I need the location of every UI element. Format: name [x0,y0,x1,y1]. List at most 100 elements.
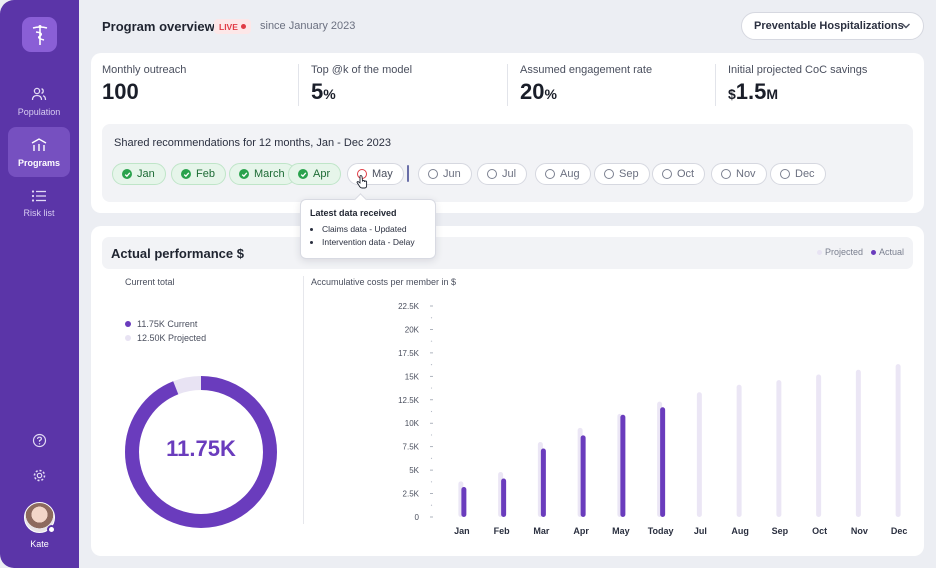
legend-dot-icon [870,249,876,255]
app-logo[interactable] [22,17,57,52]
sidebar-item-risk-list[interactable]: Risk list [8,178,70,228]
bar-actual [580,435,586,517]
metric-coc-savings: Initial projected CoC savings $1.5M [728,64,867,105]
chart-title: Accumulative costs per member in $ [311,277,457,287]
bar-projected [696,392,702,517]
x-tick-label: Dec [891,526,908,536]
sidebar-item-population[interactable]: Population [8,76,70,126]
circle-icon [662,169,672,179]
bar-actual [461,486,467,517]
bar-actual [620,414,626,517]
performance-header: Actual performance $ Projected Actual [102,237,913,269]
circle-icon [721,169,731,179]
sidebar-item-programs[interactable]: Programs [8,127,70,177]
bar-projected [895,364,901,517]
status-indicator [47,525,56,534]
month-pill-jan[interactable]: Jan [112,163,166,185]
legend-dot-icon [125,335,131,341]
metric-top-k: Top @k of the model 5% [311,64,412,105]
live-dot-icon [240,24,246,29]
legend-dot-icon [125,321,131,327]
bar-projected [855,369,861,517]
month-pill-aug[interactable]: Aug [535,163,591,185]
check-icon [181,169,191,179]
y-tick-label: 10K [405,419,420,428]
circle-icon [780,169,790,179]
program-select[interactable]: Preventable Hospitalizations [741,12,924,40]
help-icon[interactable] [32,433,47,448]
metric-label: Top @k of the model [311,64,413,76]
x-tick-label: Mar [533,526,550,536]
caduceus-icon [32,24,47,45]
hand-cursor-icon [356,175,368,189]
month-pill-feb[interactable]: Feb [171,163,226,185]
sidebar-item-label: Population [17,106,61,117]
programs-icon [31,137,47,151]
y-tick-label: 20K [405,325,420,334]
sidebar: Population Programs Risk list Kate [0,0,79,568]
month-label: Jul [502,168,517,180]
y-minor-tick [430,504,433,506]
divider [715,64,716,106]
y-tick-label: 0 [415,513,420,522]
y-tick-label: 2.5K [403,490,420,499]
month-pill-apr[interactable]: Apr [288,163,342,185]
legend-actual: Actual [870,247,904,257]
bar-actual [540,448,546,517]
recommendations-panel: Shared recommendations for 12 months, Ja… [102,124,913,202]
x-tick-label: Oct [812,526,827,536]
month-label: Sep [619,168,639,180]
current-value: 11.75K [137,319,165,329]
x-tick-label: Today [648,526,674,536]
recommendations-title: Shared recommendations for 12 months, Ja… [114,137,391,149]
y-minor-tick [430,364,433,366]
month-pill-march[interactable]: March [229,163,296,185]
metric-value: 100 [102,79,139,104]
x-tick-label: Apr [573,526,589,536]
divider [298,64,299,106]
tooltip-item: Intervention data - Delay [322,237,426,247]
month-pill-jun[interactable]: Jun [418,163,472,185]
y-tick-label: 15K [405,372,420,381]
month-pill-oct[interactable]: Oct [652,163,706,185]
month-label: Nov [736,168,756,180]
donut-legend-current: 11.75K Current [125,319,197,329]
month-label: Dec [795,168,815,180]
users-icon [31,87,47,100]
month-label: Jan [137,168,155,180]
settings-icon[interactable] [32,468,47,483]
program-summary-card: Monthly outreach 100 Top @k of the model… [91,53,924,213]
month-pill-sep[interactable]: Sep [594,163,650,185]
page-title: Program overview [102,19,215,34]
metric-engagement-rate: Assumed engagement rate 20% [520,64,652,105]
program-select-value: Preventable Hospitalizations [754,20,904,32]
current-month-divider [407,165,409,182]
y-minor-tick [430,457,433,459]
current-label: Current [167,319,198,329]
month-label: Apr [313,168,331,180]
month-label: March [254,168,285,180]
user-name: Kate [30,539,49,549]
x-tick-label: Sep [772,526,789,536]
check-icon [298,169,308,179]
circle-icon [604,169,614,179]
x-tick-label: Feb [494,526,511,536]
bar-projected [736,384,742,517]
metric-value: 5% [311,79,336,104]
metric-label: Assumed engagement rate [520,64,653,76]
check-icon [239,169,249,179]
y-tick-label: 22.5K [398,302,420,311]
performance-card: Actual performance $ Projected Actual Cu… [91,226,924,556]
month-label: Oct [677,168,695,180]
cost-bar-chart: 0 2.5K 5K 7.5K 10K 12.5K 15K 17.5K 20K 22.5K Jan Fe… [398,302,908,536]
month-pill-jul[interactable]: Jul [477,163,528,185]
sidebar-item-label: Risk list [23,207,55,218]
list-icon [31,189,46,202]
projected-label: Projected [168,333,207,343]
y-minor-tick [430,340,433,342]
donut-center-value: 11.75K [166,436,236,461]
month-pill-nov[interactable]: Nov [711,163,767,185]
projected-value: 12.50K [137,333,166,343]
month-pill-dec[interactable]: Dec [770,163,826,185]
live-label: LIVE [219,21,238,32]
